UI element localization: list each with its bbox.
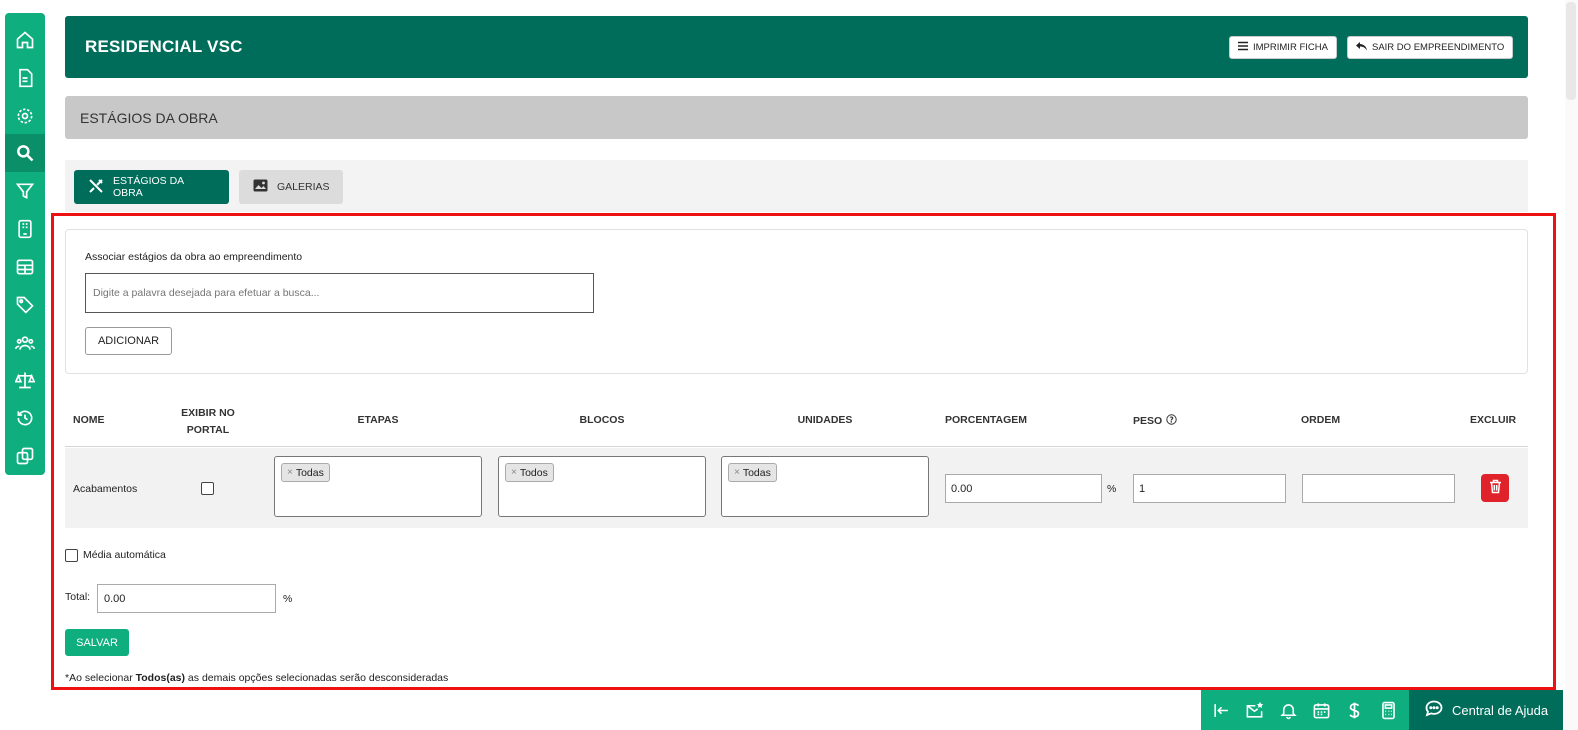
delete-button[interactable] [1481, 474, 1509, 502]
calculator-icon[interactable] [1376, 698, 1400, 722]
associate-stages-card: Associar estágios da obra ao empreendime… [65, 229, 1528, 374]
list-icon [1238, 41, 1248, 54]
trash-icon [1489, 479, 1502, 498]
help-center-button[interactable]: Central de Ajuda [1409, 690, 1563, 730]
collapse-left-icon[interactable] [1210, 698, 1234, 722]
scale-icon[interactable] [5, 361, 45, 399]
header-peso-label: PESO [1133, 415, 1163, 427]
tab-construction-stages-label: ESTÁGIOS DA OBRA [113, 175, 184, 199]
header-porcentagem: PORCENTAGEM [945, 414, 1028, 426]
header-exibir-line2: PORTAL [186, 424, 230, 436]
percent-sign: % [1107, 483, 1117, 495]
copy-icon[interactable] [5, 437, 45, 475]
note-suffix: as demais opções selecionadas serão desc… [185, 672, 449, 684]
weight-input[interactable]: 1 [1133, 474, 1286, 503]
calendar-icon[interactable] [1310, 698, 1334, 722]
associate-label: Associar estágios da obra ao empreendime… [85, 251, 303, 263]
tabs-strip: ESTÁGIOS DA OBRA GALERIAS [65, 160, 1528, 212]
blocos-chip: × Todos [505, 463, 554, 482]
building-icon[interactable] [5, 210, 45, 248]
search-icon[interactable] [5, 134, 45, 173]
image-icon [253, 179, 268, 195]
header-ordem: ORDEM [1301, 414, 1341, 426]
total-unit: % [283, 593, 293, 605]
document-icon[interactable] [5, 59, 45, 97]
print-sheet-label: IMPRIMIR FICHA [1253, 42, 1328, 53]
scrollbar-thumb[interactable] [1566, 2, 1576, 100]
header-exibir-portal: EXIBIR NO PORTAL [168, 405, 248, 439]
percentage-input[interactable]: 0.00 [945, 474, 1102, 503]
blocos-multiselect[interactable]: × Todos [498, 456, 706, 517]
remove-chip-icon[interactable]: × [287, 467, 293, 478]
note-bold: Todos(as) [135, 672, 186, 684]
selection-note: *Ao selecionar Todos(as) as demais opçõe… [65, 672, 448, 684]
blocos-chip-label: Todos [519, 466, 548, 479]
header-unidades: UNIDADES [797, 414, 853, 426]
auto-average-label: Média automática [83, 549, 166, 561]
bell-icon[interactable] [1276, 698, 1300, 722]
reply-arrow-icon [1356, 41, 1367, 54]
help-icon[interactable]: ? [1166, 414, 1177, 428]
order-input[interactable] [1302, 474, 1455, 503]
table-icon[interactable] [5, 248, 45, 286]
header-etapas: ETAPAS [357, 414, 399, 426]
header-nome: NOME [73, 414, 105, 426]
scrollbar-track[interactable] [1565, 0, 1578, 730]
svg-text:?: ? [1170, 415, 1174, 424]
chat-bubble-icon [1425, 700, 1443, 720]
history-icon[interactable] [5, 399, 45, 437]
etapas-chip-label: Todas [295, 466, 324, 479]
help-center-label: Central de Ajuda [1452, 702, 1549, 718]
unidades-chip: × Todas [728, 463, 777, 482]
home-icon[interactable] [5, 21, 45, 59]
section-title-bar: ESTÁGIOS DA OBRA [65, 96, 1528, 139]
header-blocos: BLOCOS [579, 414, 625, 426]
unidades-chip-label: Todas [742, 466, 771, 479]
bottom-toolbar [1201, 690, 1409, 730]
show-in-portal-checkbox[interactable] [201, 482, 214, 495]
tools-icon [88, 178, 104, 197]
remove-chip-icon[interactable]: × [511, 467, 517, 478]
page-title: RESIDENCIAL VSC [85, 37, 243, 56]
header-exibir-line1: EXIBIR NO [181, 407, 235, 419]
print-sheet-button[interactable]: IMPRIMIR FICHA [1229, 36, 1337, 59]
auto-average-checkbox[interactable] [65, 549, 78, 562]
save-button[interactable]: SALVAR [65, 629, 129, 656]
header-bar: RESIDENCIAL VSC IMPRIMIR FICHA SAIR DO E… [65, 16, 1528, 78]
tag-icon[interactable] [5, 286, 45, 324]
exit-development-button[interactable]: SAIR DO EMPREENDIMENTO [1347, 36, 1514, 59]
remove-chip-icon[interactable]: × [734, 467, 740, 478]
stage-name: Acabamentos [73, 483, 138, 495]
etapas-multiselect[interactable]: × Todas [274, 456, 482, 517]
total-label: Total: [65, 591, 91, 603]
mail-star-icon[interactable] [1243, 698, 1267, 722]
stage-search-input[interactable] [85, 273, 594, 313]
table-divider [65, 446, 1528, 447]
exit-development-label: SAIR DO EMPREENDIMENTO [1372, 42, 1505, 53]
dollar-icon[interactable] [1343, 698, 1367, 722]
tab-galleries-label: GALERIAS [277, 181, 330, 193]
unidades-multiselect[interactable]: × Todas [721, 456, 929, 517]
header-excluir: EXCLUIR [1470, 414, 1517, 426]
tab-galleries[interactable]: GALERIAS [239, 170, 343, 204]
note-prefix: *Ao selecionar [65, 672, 136, 684]
total-input[interactable]: 0.00 [97, 584, 276, 613]
header-peso: PESO ? [1133, 414, 1177, 428]
users-icon[interactable] [5, 324, 45, 362]
settings-icon[interactable] [5, 97, 45, 135]
tab-construction-stages[interactable]: ESTÁGIOS DA OBRA [74, 170, 229, 204]
filter-icon[interactable] [5, 172, 45, 210]
add-button[interactable]: ADICIONAR [85, 327, 172, 355]
etapas-chip: × Todas [281, 463, 330, 482]
section-title: ESTÁGIOS DA OBRA [80, 109, 218, 126]
sidebar [5, 13, 45, 475]
